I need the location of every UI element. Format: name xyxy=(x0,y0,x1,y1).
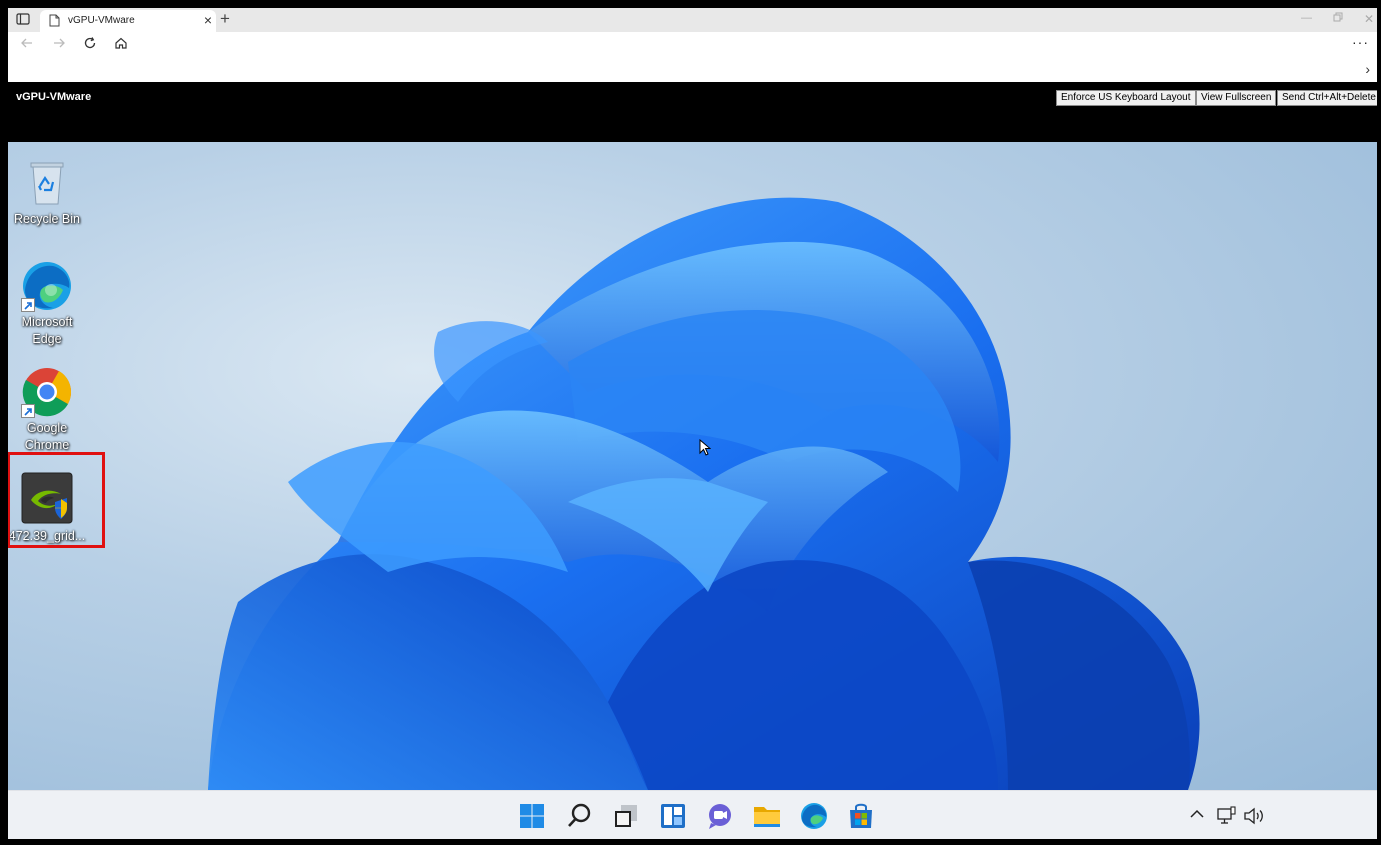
start-icon[interactable] xyxy=(517,801,547,831)
desktop-icon-recycle-bin[interactable]: Recycle Bin xyxy=(8,158,86,228)
page-icon xyxy=(49,14,60,32)
tab-title: vGPU-VMware xyxy=(68,15,135,26)
network-icon[interactable] xyxy=(1217,806,1237,831)
remote-desktop[interactable]: Recycle Bin Microsoft Edge Google Chrome… xyxy=(8,142,1377,790)
file-explorer-icon[interactable] xyxy=(752,801,782,831)
edge-icon[interactable] xyxy=(799,801,829,831)
volume-icon[interactable] xyxy=(1243,806,1265,831)
wallpaper-bloom xyxy=(208,197,1200,790)
desktop-icon-label: Recycle Bin xyxy=(14,212,80,226)
vm-title: vGPU-VMware xyxy=(16,91,92,103)
tab-close-icon[interactable]: × xyxy=(204,12,212,28)
back-icon[interactable] xyxy=(20,36,34,53)
view-fullscreen-button[interactable]: View Fullscreen xyxy=(1196,90,1277,106)
restore-icon[interactable] xyxy=(1333,12,1343,25)
forward-icon[interactable] xyxy=(52,36,66,53)
send-ctrl-alt-delete-button[interactable]: Send Ctrl+Alt+Delete xyxy=(1277,90,1377,106)
shortcut-arrow-icon xyxy=(21,404,35,418)
tab-bar: vGPU-VMware × + — ✕ xyxy=(8,8,1377,32)
shortcut-arrow-icon xyxy=(21,298,35,312)
tab-active[interactable]: vGPU-VMware × xyxy=(40,10,216,32)
chevron-right-icon[interactable]: › xyxy=(1365,61,1370,77)
taskbar xyxy=(8,790,1377,839)
recycle-bin-icon xyxy=(30,162,64,205)
enforce-keyboard-button[interactable]: Enforce US Keyboard Layout xyxy=(1056,90,1196,106)
browser-window: vGPU-VMware × + — ✕ ··· › vGPU-VMware En… xyxy=(8,8,1377,839)
store-icon[interactable] xyxy=(846,801,876,831)
vmware-console-header: vGPU-VMware Enforce US Keyboard Layout V… xyxy=(8,82,1377,142)
close-window-icon[interactable]: ✕ xyxy=(1364,12,1374,26)
chat-icon[interactable] xyxy=(705,801,735,831)
desktop-icon-label: Google Chrome xyxy=(24,421,70,452)
minimize-icon[interactable]: — xyxy=(1301,12,1312,24)
desktop-icon-chrome[interactable]: Google Chrome xyxy=(8,366,86,454)
task-view-icon[interactable] xyxy=(611,801,641,831)
widgets-icon[interactable] xyxy=(658,801,688,831)
mouse-cursor-icon xyxy=(699,438,712,462)
refresh-icon[interactable] xyxy=(83,36,97,53)
more-options-icon[interactable]: ··· xyxy=(1352,34,1369,50)
new-tab-button[interactable]: + xyxy=(220,9,230,29)
browser-subbar: › xyxy=(8,58,1377,82)
home-icon[interactable] xyxy=(114,36,128,53)
desktop-icon-label: Microsoft Edge xyxy=(21,315,73,346)
tab-actions-icon[interactable] xyxy=(16,12,32,28)
desktop-icon-edge[interactable]: Microsoft Edge xyxy=(8,260,86,348)
search-icon[interactable] xyxy=(564,801,594,831)
highlight-box xyxy=(8,452,105,548)
chevron-up-icon[interactable] xyxy=(1189,806,1205,827)
browser-toolbar: ··· xyxy=(8,32,1377,58)
